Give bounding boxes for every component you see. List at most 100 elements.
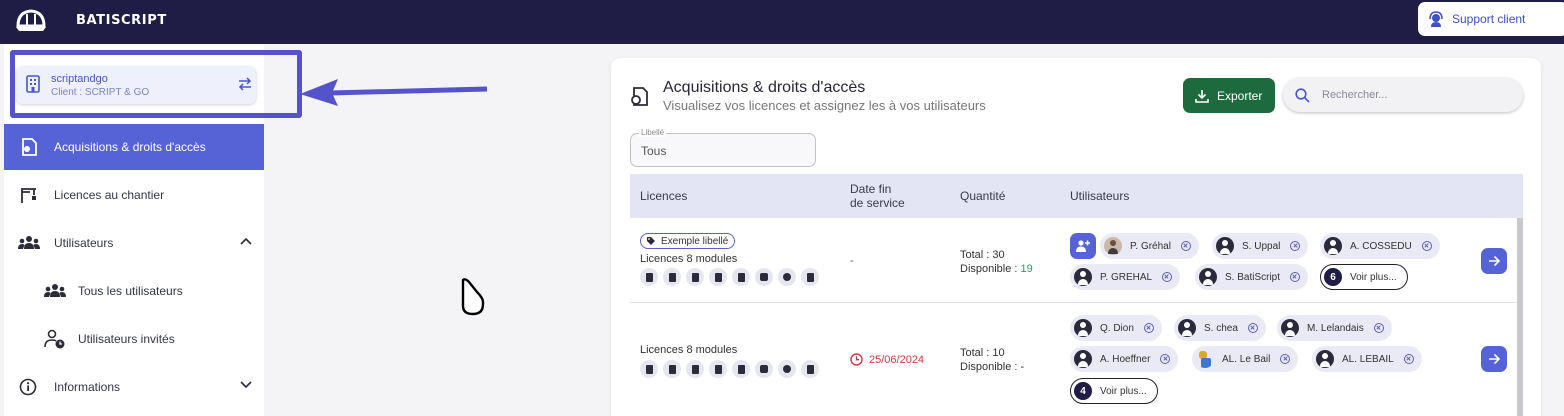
user-avatar-icon [1216,237,1234,255]
sidebar-item-label: Tous les utilisateurs [78,284,183,298]
quantity-available: Disponible : 19 [960,262,1033,276]
user-avatar-icon [1324,237,1342,255]
user-chip-name: S. Uppal [1242,240,1281,252]
table-header: Licences Date fin de service Quantité Ut… [630,174,1523,218]
remove-user-icon[interactable] [1280,354,1291,364]
module-grid-icon [755,268,773,286]
user-chip[interactable]: P. GREHAL [1070,264,1181,290]
user-avatar-icon [1199,268,1217,286]
module-file-icon [663,268,681,286]
user-chip[interactable]: S. chea [1174,315,1266,341]
user-chip-name: AL. Le Bail [1222,353,1271,365]
remove-user-icon[interactable] [1403,354,1414,364]
user-chip[interactable]: P. Gréhal [1100,233,1199,259]
user-chip-name: AL. LEBAIL [1342,353,1394,365]
sidebar-item-acquisitions[interactable]: Acquisitions & droits d'accès [4,124,264,170]
quantity-available: Disponible : - [960,361,1025,373]
user-chip[interactable]: AL. LEBAIL [1312,346,1422,372]
sidebar-item-licences-chantier[interactable]: Licences au chantier [4,172,264,218]
quantity-total: Total : 10 [960,347,1005,359]
header-licences: Licences [640,189,688,203]
module-doc-edit-icon [640,360,658,378]
more-count-badge: 6 [1324,268,1342,286]
remove-user-icon[interactable] [1180,241,1191,251]
remove-user-icon[interactable] [1290,241,1301,251]
header-utilisateurs: Utilisateurs [1070,189,1130,203]
table-scrollbar[interactable] [1517,218,1523,416]
available-value: 19 [1020,263,1033,275]
open-licence-button[interactable] [1481,248,1507,274]
service-end-date: - [850,255,854,267]
user-chip[interactable]: Q. Dion [1070,315,1162,341]
user-chip-name: A. Hoeffner [1100,353,1151,365]
remove-user-icon[interactable] [1247,323,1258,333]
acquisitions-card: Acquisitions & droits d'accès Visualisez… [611,58,1541,416]
helmet-logo-icon[interactable] [14,6,48,36]
quantity: Total : 30 Disponible : 19 [960,248,1033,276]
module-people-file-icon [686,268,704,286]
user-chip[interactable]: AL. Le Bail [1192,346,1299,372]
user-chip-name: P. Gréhal [1130,240,1171,252]
header-date-line1: Date fin [850,182,892,196]
sidebar-item-utilisateurs[interactable]: Utilisateurs [4,220,264,266]
see-more-users-button[interactable]: 6 Voir plus... [1320,264,1408,290]
module-people-file-icon [686,360,704,378]
service-end-date: 25/06/2024 [850,353,924,366]
module-document-icon [709,360,727,378]
page-title: Acquisitions & droits d'accès [663,79,866,96]
open-licence-button[interactable] [1481,346,1507,372]
sidebar-item-utilisateurs-invites[interactable]: Utilisateurs invités [4,316,264,362]
clock-icon [850,353,863,366]
user-chip-name: M. Lelandais [1307,322,1364,334]
sidebar-item-label: Acquisitions & droits d'accès [54,140,206,154]
user-chip[interactable]: S. Uppal [1212,233,1309,259]
export-label: Exporter [1217,88,1263,103]
see-more-label: Voir plus... [1100,385,1147,397]
key-document-icon [631,87,648,106]
export-button[interactable]: Exporter [1183,78,1275,113]
support-client-button[interactable]: Support client [1418,2,1564,36]
module-document-icon [709,268,727,286]
remove-user-icon[interactable] [1160,354,1171,364]
remove-user-icon[interactable] [1162,272,1173,282]
quantity: Total : 10 Disponible : - [960,346,1024,374]
user-chip[interactable]: M. Lelandais [1277,315,1392,341]
module-icons [640,360,819,378]
chevron-up-icon[interactable] [240,237,252,245]
key-document-icon [22,138,37,156]
users-group-icon [18,236,40,249]
user-avatar-icon [1316,350,1334,368]
user-chip[interactable]: A. Hoeffner [1070,346,1179,372]
user-chip[interactable]: A. COSSEDU [1320,233,1440,259]
remove-user-icon[interactable] [1373,323,1384,333]
search-box[interactable] [1283,78,1523,112]
guest-user-clock-icon [44,329,65,349]
module-hand-icon [778,360,796,378]
label-tag[interactable]: Exemple libellé [640,233,736,249]
sidebar-item-label: Informations [54,380,121,394]
remove-user-icon[interactable] [1290,272,1301,282]
user-chip-name: Q. Dion [1100,322,1134,334]
see-more-users-button[interactable]: 4 Voir plus... [1070,378,1158,404]
see-more-label: Voir plus... [1350,271,1397,283]
available-label: Disponible : [960,263,1021,275]
sidebar-item-informations[interactable]: Informations [4,364,264,410]
user-chip[interactable]: S. BatiScript [1195,264,1309,290]
info-icon [19,378,37,396]
remove-user-icon[interactable] [1143,323,1154,333]
service-end-date-value: 25/06/2024 [869,353,925,366]
module-hand-icon [778,268,796,286]
chevron-down-icon[interactable] [240,381,252,389]
user-chip-name: A. COSSEDU [1350,240,1412,252]
header-date-line2: de service [850,196,905,210]
download-icon [1195,89,1209,103]
search-input[interactable] [1322,89,1502,101]
add-user-button[interactable] [1070,233,1096,259]
sidebar-item-label: Licences au chantier [54,188,165,202]
table-row: Exemple libellé Licences 8 modules - Tot… [630,218,1523,303]
label-filter-select[interactable]: Libellé Tous [630,128,816,167]
user-avatar-icon [1074,319,1092,337]
module-clipboard-icon [732,268,750,286]
remove-user-icon[interactable] [1421,241,1432,251]
sidebar-item-tous-utilisateurs[interactable]: Tous les utilisateurs [4,268,264,314]
